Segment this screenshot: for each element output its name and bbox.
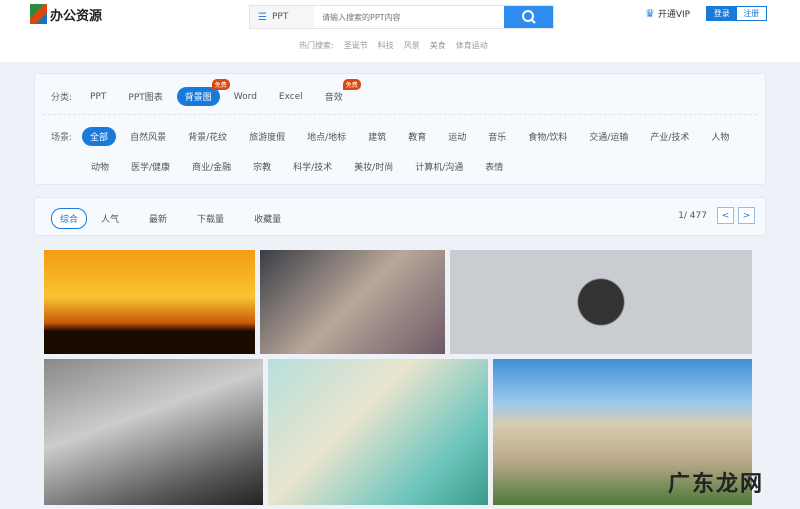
login-button[interactable]: 登录	[707, 7, 737, 20]
search-type-label: PPT	[271, 12, 289, 22]
page-indicator: 1/ 477	[678, 210, 707, 221]
sort-newest[interactable]: 最新	[141, 209, 175, 228]
sort-favorites[interactable]: 收藏量	[246, 209, 289, 228]
register-button[interactable]: 注册	[736, 7, 766, 20]
hot-term[interactable]: 风景	[404, 40, 420, 51]
prev-page-button[interactable]: <	[717, 207, 734, 224]
search-button[interactable]	[504, 6, 553, 28]
vip-link[interactable]: ♛ 开通VIP	[645, 7, 690, 20]
scene-row-1: 场景: 全部 自然风景 背景/花纹 旅游度假 地点/地标 建筑 教育 运动 音乐…	[51, 127, 743, 146]
scene-item[interactable]: 美妆/时尚	[346, 157, 401, 176]
scene-item[interactable]: 教育	[400, 127, 434, 146]
scene-item[interactable]: 自然风景	[122, 127, 174, 146]
category-ppt[interactable]: PPT	[82, 89, 114, 105]
category-background[interactable]: 背景图 免费	[176, 79, 230, 106]
hot-term[interactable]: 美食	[430, 40, 446, 51]
image-sunset-bear[interactable]	[44, 250, 255, 354]
category-ppt-chart[interactable]: PPT图表	[120, 87, 170, 106]
hot-label: 热门搜索:	[299, 41, 334, 50]
scene-item[interactable]: 地点/地标	[299, 127, 354, 146]
crown-icon: ♛	[645, 7, 655, 20]
header: 办公资源 ☰ PPT 热门搜索: 圣诞节 科技 风景 美食 体育运动 ♛开通VIP…	[0, 0, 800, 62]
scene-item[interactable]: 音乐	[480, 127, 514, 146]
search-input[interactable]	[314, 6, 504, 28]
scene-item[interactable]: 商业/金融	[184, 157, 239, 176]
scene-item[interactable]: 背景/花纹	[180, 127, 235, 146]
search-bar: ☰ PPT	[249, 5, 554, 29]
image-woman-car[interactable]	[268, 359, 488, 505]
hot-term[interactable]: 圣诞节	[344, 40, 368, 51]
scene-item[interactable]: 人物	[703, 127, 737, 146]
scene-item[interactable]: 科学/技术	[285, 157, 340, 176]
scene-item[interactable]: 旅游度假	[241, 127, 293, 146]
scene-item[interactable]: 医学/健康	[123, 157, 178, 176]
scene-item[interactable]: 计算机/沟通	[407, 157, 471, 176]
vip-label: 开通VIP	[657, 10, 691, 20]
image-pug-suitcase[interactable]	[44, 359, 263, 505]
logo-icon	[30, 4, 47, 24]
scene-label: 场景:	[51, 133, 73, 143]
scene-item[interactable]: 宗教	[245, 157, 279, 176]
menu-icon: ☰	[258, 11, 267, 23]
scene-item[interactable]: 食物/饮料	[520, 127, 575, 146]
divider	[43, 114, 757, 115]
sort-default[interactable]: 综合	[51, 208, 88, 229]
category-label: 分类:	[51, 93, 73, 103]
scene-row-2: 动物 医学/健康 商业/金融 宗教 科学/技术 美妆/时尚 计算机/沟通 表情	[83, 157, 517, 176]
free-badge: 免费	[342, 79, 361, 90]
category-row: 分类: PPT PPT图表 背景图 免费 Word Excel 音效 免费	[51, 79, 361, 106]
hot-searches: 热门搜索: 圣诞节 科技 风景 美食 体育运动	[299, 40, 488, 51]
logo[interactable]: 办公资源	[30, 4, 102, 24]
scene-item[interactable]: 动物	[83, 157, 117, 176]
scene-item[interactable]: 全部	[82, 127, 117, 146]
scene-item[interactable]: 交通/运输	[581, 127, 636, 146]
search-type-select[interactable]: ☰ PPT	[250, 6, 314, 28]
sort-downloads[interactable]: 下载量	[189, 209, 232, 228]
pagination: 1/ 477 < >	[678, 207, 755, 224]
scene-item[interactable]: 建筑	[360, 127, 394, 146]
scene-item[interactable]: 运动	[440, 127, 474, 146]
category-sound[interactable]: 音效 免费	[317, 79, 361, 106]
free-badge: 免费	[211, 79, 230, 90]
category-word[interactable]: Word	[226, 89, 265, 105]
next-page-button[interactable]: >	[738, 207, 755, 224]
sort-bar: 综合 人气 最新 下载量 收藏量 1/ 477 < >	[34, 197, 766, 236]
category-excel[interactable]: Excel	[271, 89, 311, 105]
category-label-text: 音效	[324, 93, 343, 103]
hot-term[interactable]: 科技	[378, 40, 394, 51]
hot-term[interactable]: 体育运动	[456, 40, 488, 51]
category-label-text: 背景图	[184, 93, 212, 103]
sort-popular[interactable]: 人气	[93, 209, 127, 228]
sort-options: 综合 人气 最新 下载量 收藏量	[51, 208, 295, 229]
auth-buttons: 登录 注册	[706, 6, 767, 21]
scene-item[interactable]: 表情	[477, 157, 511, 176]
logo-text: 办公资源	[50, 8, 103, 24]
image-woman-laptop[interactable]	[450, 250, 752, 354]
scene-item[interactable]: 产业/技术	[642, 127, 697, 146]
search-icon	[521, 10, 536, 24]
watermark: 广东龙网	[668, 472, 765, 497]
image-fantasy-woman[interactable]	[260, 250, 445, 354]
filter-panel: 分类: PPT PPT图表 背景图 免费 Word Excel 音效 免费 场景: …	[34, 73, 766, 185]
